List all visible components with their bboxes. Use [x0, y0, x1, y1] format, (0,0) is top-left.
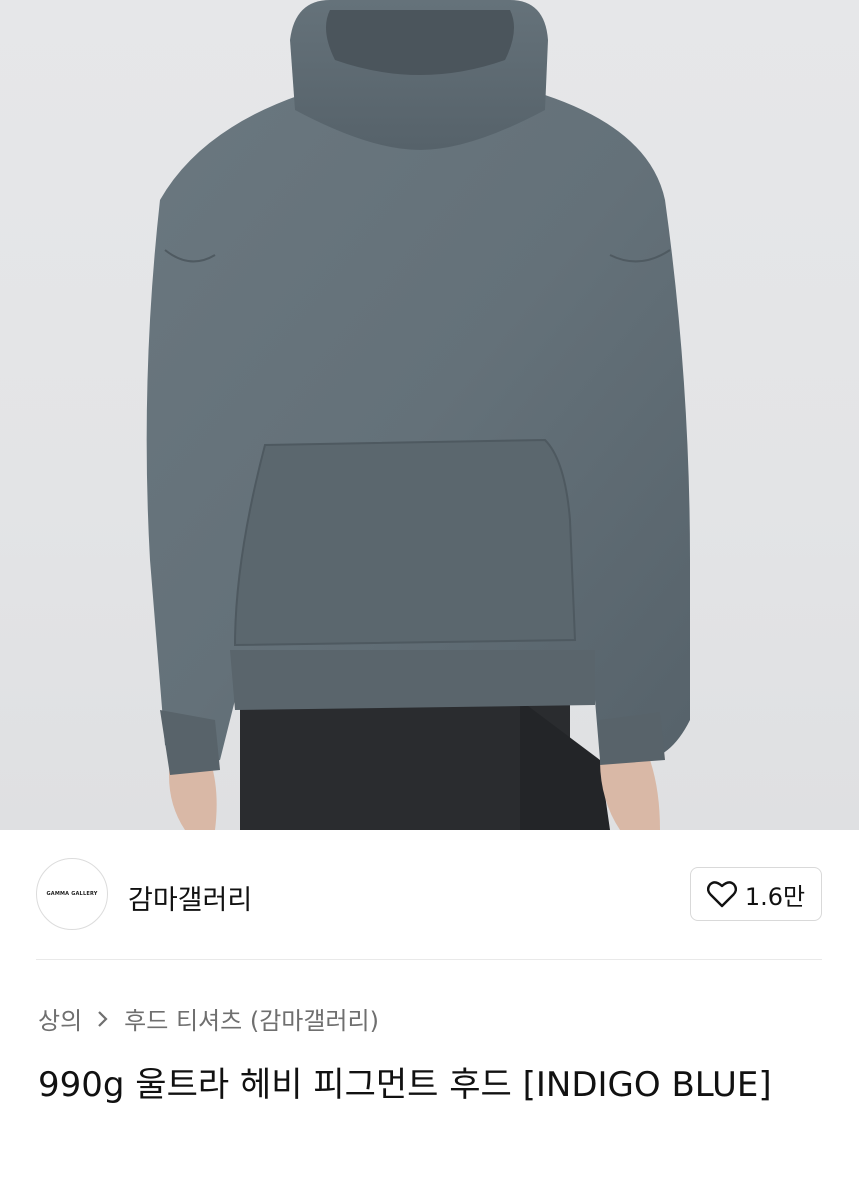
- product-image[interactable]: [0, 0, 859, 830]
- like-count: 1.6만: [744, 882, 806, 911]
- chevron-right-icon: [98, 1010, 108, 1027]
- breadcrumb-item-subcategory[interactable]: 후드 티셔츠 (감마갤러리): [124, 1001, 379, 1036]
- product-title: 990g 울트라 헤비 피그먼트 후드 [INDIGO BLUE]: [38, 1065, 772, 1105]
- breadcrumb: 상의 후드 티셔츠 (감마갤러리): [38, 1001, 379, 1036]
- brand-name[interactable]: 감마갤러리: [128, 878, 252, 917]
- heart-icon: [706, 881, 737, 908]
- breadcrumb-item-category[interactable]: 상의: [38, 1001, 82, 1036]
- like-button[interactable]: 1.6만: [690, 867, 822, 921]
- brand-logo-text: GAMMA GALLERY: [46, 891, 98, 897]
- divider: [36, 959, 822, 960]
- brand-row: GAMMA GALLERY 감마갤러리 1.6만: [36, 858, 822, 930]
- hoodie-illustration: [146, 0, 690, 830]
- brand-logo[interactable]: GAMMA GALLERY: [36, 858, 108, 930]
